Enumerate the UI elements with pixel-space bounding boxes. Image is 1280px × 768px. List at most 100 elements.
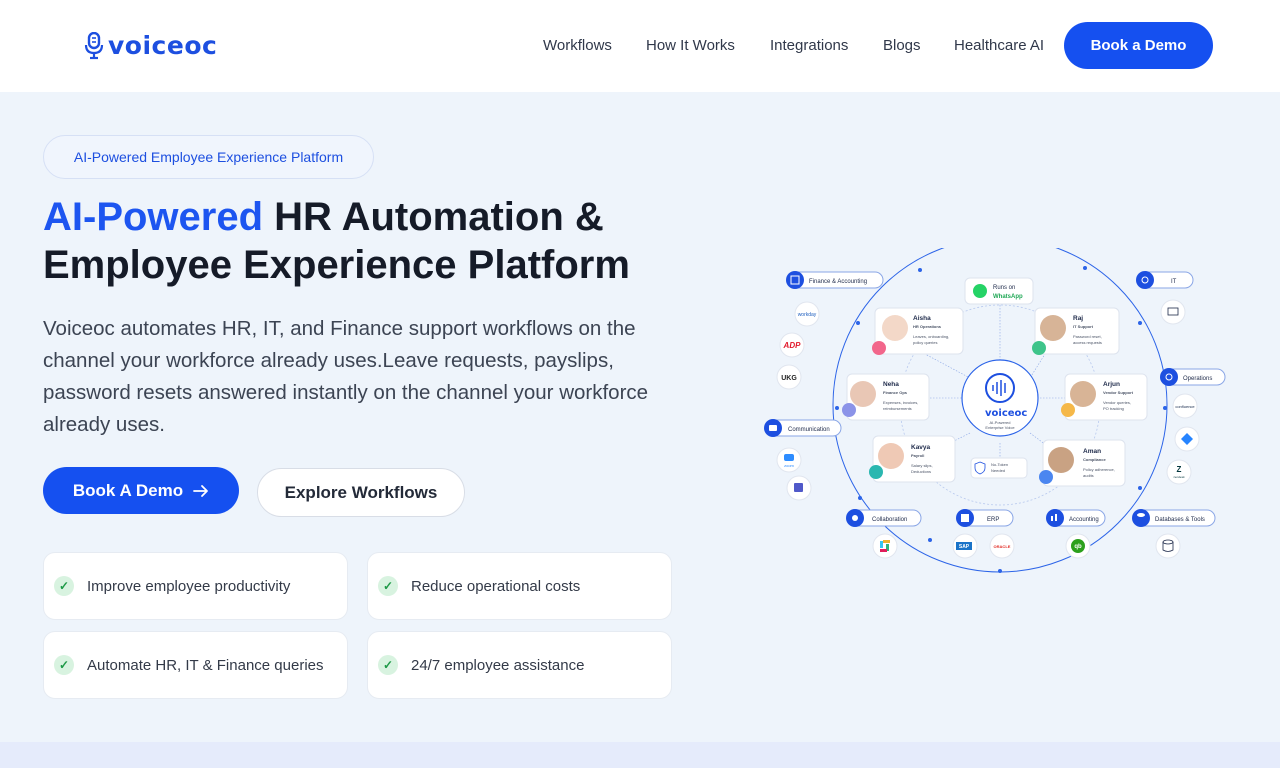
svg-text:ERP: ERP — [987, 517, 999, 523]
category-finance: Finance & Accounting — [786, 271, 884, 289]
teams-logo — [786, 475, 812, 501]
adp-logo: ADP — [779, 332, 805, 358]
brand-name: voiceoc — [108, 31, 218, 60]
feature-card: ✓ Automate HR, IT & Finance queries — [43, 631, 348, 699]
check-icon: ✓ — [378, 576, 398, 596]
confluence-logo: confluence — [1172, 393, 1198, 419]
svg-text:ORACLE: ORACLE — [994, 544, 1011, 549]
agent-detail: Leaves, onboarding, — [913, 334, 949, 339]
category-collaboration: Collaboration — [846, 509, 922, 527]
no-token-line2: Needed — [991, 468, 1005, 473]
agent-name: Raj — [1073, 315, 1083, 322]
whatsapp-line1: Runs on — [993, 285, 1015, 291]
zoom-logo: zoom — [776, 447, 802, 473]
quickbooks-logo: qb — [1065, 533, 1091, 559]
feature-label: Improve employee productivity — [87, 577, 291, 595]
next-section-band — [0, 742, 1280, 768]
agent-detail: Expenses, invoices, — [883, 400, 918, 405]
agent-card-kavya: Kavya Payroll Salary slips, Deductions — [869, 435, 956, 483]
book-demo-nav-button[interactable]: Book a Demo — [1064, 22, 1213, 69]
avatar — [878, 443, 904, 469]
agent-name: Aman — [1083, 448, 1101, 455]
category-it: IT — [1136, 271, 1194, 289]
agent-role: IT Support — [1073, 324, 1094, 329]
database-logo — [1155, 533, 1181, 559]
jira-logo — [1174, 426, 1200, 452]
agent-detail: Deductions — [911, 469, 931, 474]
agent-detail: Password reset, — [1073, 334, 1102, 339]
agent-card-arjun: Arjun Vendor Support Vendor queries, PO … — [1061, 373, 1148, 421]
nav-link-healthcare-ai[interactable]: Healthcare AI — [954, 37, 1044, 54]
oracle-logo: ORACLE — [989, 533, 1015, 559]
nav-link-how-it-works[interactable]: How It Works — [646, 37, 735, 54]
feature-label: 24/7 employee assistance — [411, 656, 585, 674]
agent-card-aisha: Aisha HR Operations Leaves, onboarding, … — [872, 307, 964, 355]
feature-card: ✓ Reduce operational costs — [367, 552, 672, 620]
hub-caption-2: Enterprise Voice — [985, 425, 1015, 430]
svg-text:Operations: Operations — [1183, 376, 1212, 382]
svg-text:Finance & Accounting: Finance & Accounting — [809, 279, 867, 285]
avatar — [850, 381, 876, 407]
zendesk-logo: Z zendesk — [1166, 459, 1192, 485]
ukg-logo: UKG — [776, 364, 802, 390]
agent-role: Finance Ops — [883, 390, 908, 395]
avatar — [1040, 315, 1066, 341]
svg-text:IT: IT — [1171, 279, 1177, 285]
sap-logo: SAP — [952, 533, 978, 559]
agent-role: Compliance — [1083, 457, 1106, 462]
explore-workflows-button[interactable]: Explore Workflows — [257, 468, 465, 517]
book-demo-button[interactable]: Book A Demo — [43, 467, 239, 514]
agent-role: HR Operations — [913, 324, 942, 329]
agent-detail: Policy adherence, — [1083, 467, 1115, 472]
svg-text:UKG: UKG — [781, 375, 797, 382]
hero-badge: AI-Powered Employee Experience Platform — [43, 135, 374, 179]
agent-name: Neha — [883, 381, 899, 388]
microphone-logo-icon — [84, 31, 104, 59]
category-databases: Databases & Tools — [1132, 509, 1216, 527]
brand-logo[interactable]: voiceoc — [84, 31, 217, 60]
whatsapp-line2: WhatsApp — [993, 294, 1023, 300]
svg-text:confluence: confluence — [1175, 404, 1195, 409]
svg-text:zendesk: zendesk — [1173, 475, 1185, 479]
svg-text:zoom: zoom — [784, 463, 794, 468]
agent-name: Arjun — [1103, 381, 1120, 388]
agent-card-neha: Neha Finance Ops Expenses, invoices, rei… — [842, 373, 930, 421]
svg-text:ADP: ADP — [783, 341, 802, 350]
nav-link-workflows[interactable]: Workflows — [543, 37, 612, 54]
check-icon: ✓ — [54, 576, 74, 596]
agent-detail: Vendor queries, — [1103, 400, 1131, 405]
agent-role: Payroll — [911, 453, 924, 458]
agent-detail: reimbursements — [883, 406, 912, 411]
avatar — [1070, 381, 1096, 407]
svg-text:Collaboration: Collaboration — [872, 517, 907, 523]
feature-label: Reduce operational costs — [411, 577, 581, 595]
arrow-right-icon — [193, 484, 208, 497]
agent-role: Vendor Support — [1103, 390, 1134, 395]
no-token-line1: No-Token — [991, 462, 1008, 467]
feature-label: Automate HR, IT & Finance queries — [87, 656, 324, 674]
feature-card: ✓ 24/7 employee assistance — [367, 631, 672, 699]
check-icon: ✓ — [378, 655, 398, 675]
svg-text:Z: Z — [1177, 465, 1182, 474]
nav-link-blogs[interactable]: Blogs — [883, 37, 921, 54]
check-icon: ✓ — [54, 655, 74, 675]
headline-accent: AI-Powered — [43, 195, 264, 239]
category-accounting: Accounting — [1046, 509, 1106, 527]
svg-text:Databases & Tools: Databases & Tools — [1155, 517, 1205, 523]
category-erp: ERP — [956, 509, 1014, 527]
agent-card-raj: Raj IT Support Password reset, access re… — [1032, 307, 1120, 355]
avatar — [882, 315, 908, 341]
monitor-logo — [1160, 299, 1186, 325]
site-header: voiceoc Workflows How It Works Integrati… — [0, 0, 1280, 92]
avatar — [1048, 447, 1074, 473]
category-operations: Operations — [1160, 368, 1226, 386]
slack-logo — [872, 533, 898, 559]
nav-link-integrations[interactable]: Integrations — [770, 37, 848, 54]
soundwave-icon — [985, 373, 1015, 403]
agent-detail: policy queries — [913, 340, 937, 345]
agent-name: Aisha — [913, 315, 931, 322]
category-communication: Communication — [764, 419, 842, 437]
book-demo-label: Book A Demo — [72, 480, 184, 500]
hub-brand: voiceoc — [985, 408, 1027, 419]
agent-name: Kavya — [911, 444, 931, 451]
